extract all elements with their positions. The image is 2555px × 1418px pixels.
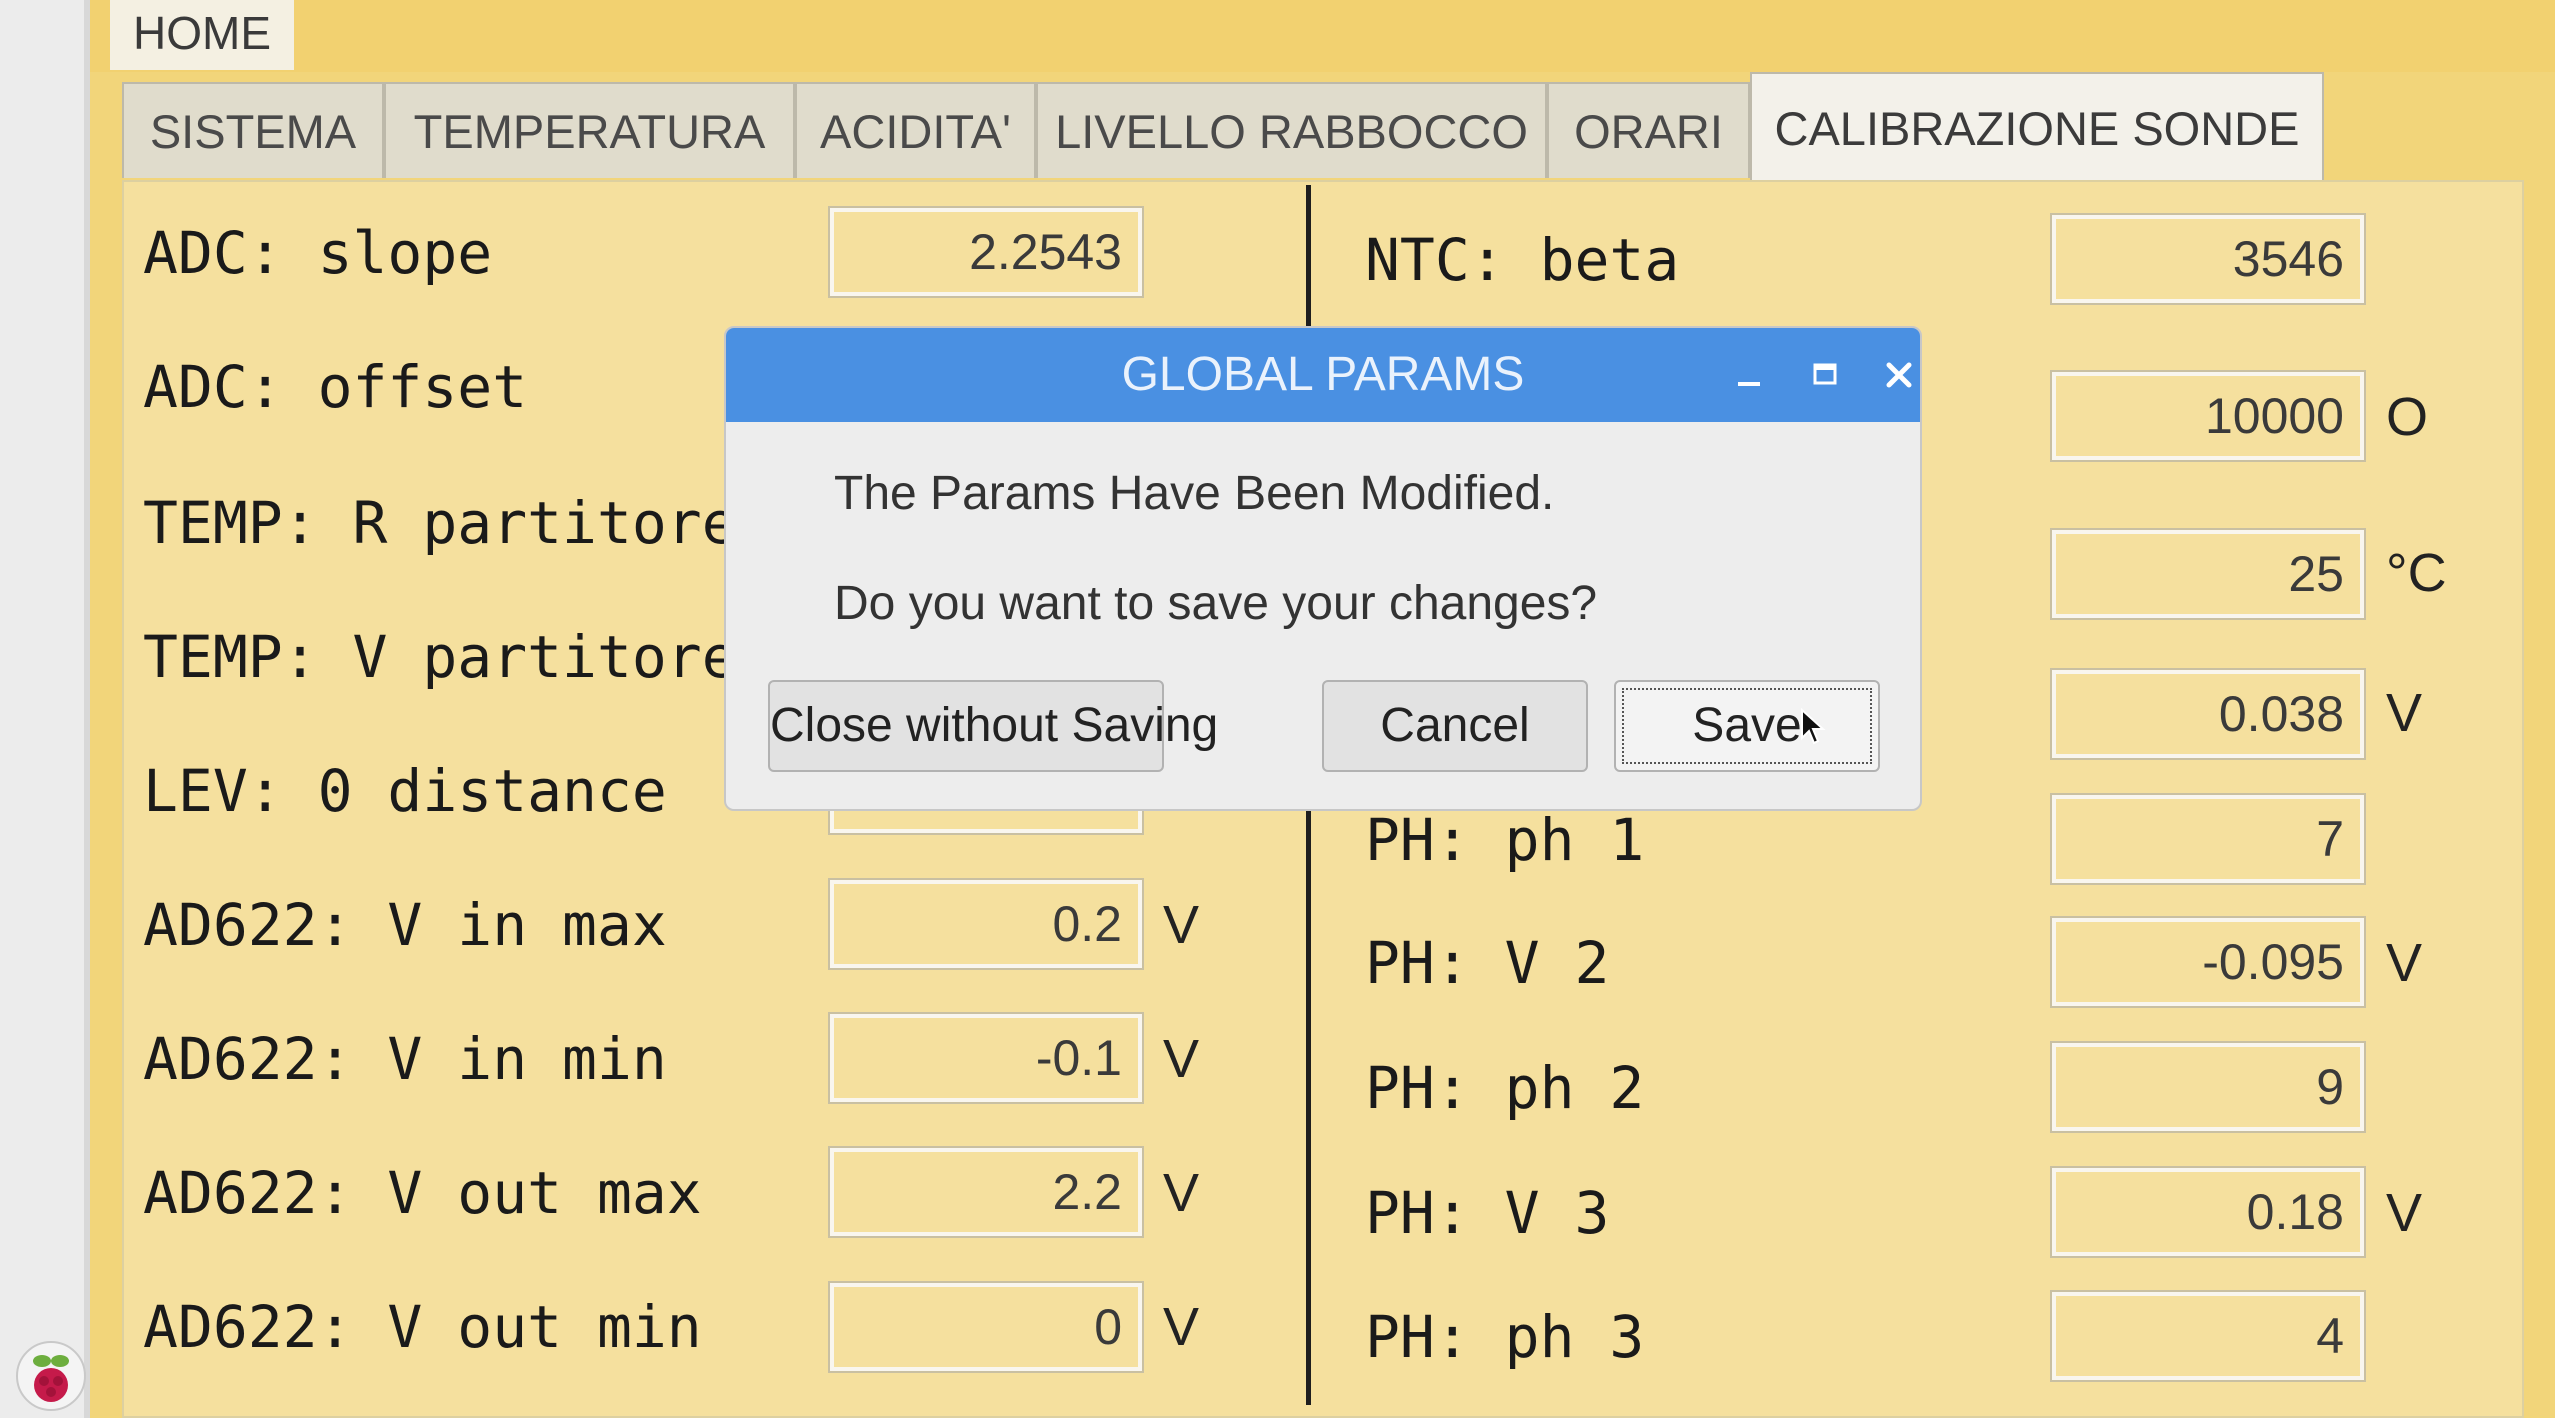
top-tab-bar xyxy=(90,0,2555,72)
param-label: ADC: offset xyxy=(143,353,528,421)
param-label: LEV: 0 distance xyxy=(143,757,667,825)
param-label: AD622: V out max xyxy=(143,1159,702,1227)
focus-ring xyxy=(1622,688,1872,764)
mouse-cursor-icon xyxy=(1800,707,1826,750)
param-label: PH: ph 1 xyxy=(1365,806,1645,874)
ph-v3-field[interactable]: 0.18 xyxy=(2052,1168,2364,1256)
dialog-question: Do you want to save your changes? xyxy=(834,577,1598,630)
param-label: PH: ph 2 xyxy=(1365,1054,1645,1122)
ntc-r0-field[interactable]: 10000 xyxy=(2052,372,2364,460)
unit-label: V xyxy=(1163,1163,1200,1223)
ph-ph3-field[interactable]: 4 xyxy=(2052,1292,2364,1380)
unit-label: V xyxy=(1163,1029,1200,1089)
ph-v2-field[interactable]: -0.095 xyxy=(2052,918,2364,1006)
tab-calibrazione-sonde[interactable]: CALIBRAZIONE SONDE xyxy=(1750,72,2324,182)
param-label: PH: V 3 xyxy=(1365,1179,1610,1247)
param-label: PH: ph 3 xyxy=(1365,1303,1645,1371)
desktop-side-strip xyxy=(0,0,84,1418)
param-label: AD622: V in max xyxy=(143,891,667,959)
cancel-button[interactable]: Cancel xyxy=(1322,680,1588,772)
tab-orari[interactable]: ORARI xyxy=(1547,82,1750,178)
maximize-icon[interactable] xyxy=(1802,352,1848,398)
ph-ph1-field[interactable]: 7 xyxy=(2052,795,2364,883)
global-params-dialog: GLOBAL PARAMS The Params Have Been Modif… xyxy=(724,326,1922,811)
unit-label: V xyxy=(2386,1183,2423,1243)
param-label: NTC: beta xyxy=(1365,226,1680,294)
tab-livello-rabbocco[interactable]: LIVELLO RABBOCCO xyxy=(1036,82,1547,178)
param-label: PH: V 2 xyxy=(1365,929,1610,997)
ph-v1-field[interactable]: 0.038 xyxy=(2052,670,2364,758)
tab-home[interactable]: HOME xyxy=(110,0,294,70)
tab-acidita[interactable]: ACIDITA' xyxy=(795,82,1036,178)
param-label: TEMP: R partitore xyxy=(143,489,737,557)
ad622-v-in-max-field[interactable]: 0.2 xyxy=(830,880,1142,968)
param-label: TEMP: V partitore xyxy=(143,623,737,691)
side-strip-edge xyxy=(84,0,90,1418)
ntc-t0-field[interactable]: 25 xyxy=(2052,530,2364,618)
unit-label: V xyxy=(1163,1297,1200,1357)
param-label: AD622: V out min xyxy=(143,1293,702,1361)
unit-label: O xyxy=(2386,387,2429,447)
param-label: AD622: V in min xyxy=(143,1025,667,1093)
ph-ph2-field[interactable]: 9 xyxy=(2052,1043,2364,1131)
raspberry-pi-logo-icon[interactable] xyxy=(16,1341,86,1411)
dialog-title-bar[interactable]: GLOBAL PARAMS xyxy=(726,328,1920,422)
minimize-icon[interactable] xyxy=(1726,352,1772,398)
param-label: ADC: slope xyxy=(143,219,493,287)
close-icon[interactable] xyxy=(1876,352,1920,398)
ntc-beta-field[interactable]: 3546 xyxy=(2052,215,2364,303)
tab-sistema[interactable]: SISTEMA xyxy=(122,82,384,178)
close-without-saving-button[interactable]: Close without Saving xyxy=(768,680,1218,772)
unit-label: V xyxy=(2386,933,2423,993)
ad622-v-in-min-field[interactable]: -0.1 xyxy=(830,1014,1142,1102)
ad622-v-out-max-field[interactable]: 2.2 xyxy=(830,1148,1142,1236)
ad622-v-out-min-field[interactable]: 0 xyxy=(830,1283,1142,1371)
unit-label: V xyxy=(2386,683,2423,743)
tab-temperatura[interactable]: TEMPERATURA xyxy=(384,82,795,178)
unit-label: °C xyxy=(2386,543,2447,603)
adc-slope-field[interactable]: 2.2543 xyxy=(830,208,1142,296)
unit-label: V xyxy=(1163,895,1200,955)
save-button[interactable]: Save xyxy=(1614,680,1880,772)
dialog-message: The Params Have Been Modified. xyxy=(834,467,1555,520)
